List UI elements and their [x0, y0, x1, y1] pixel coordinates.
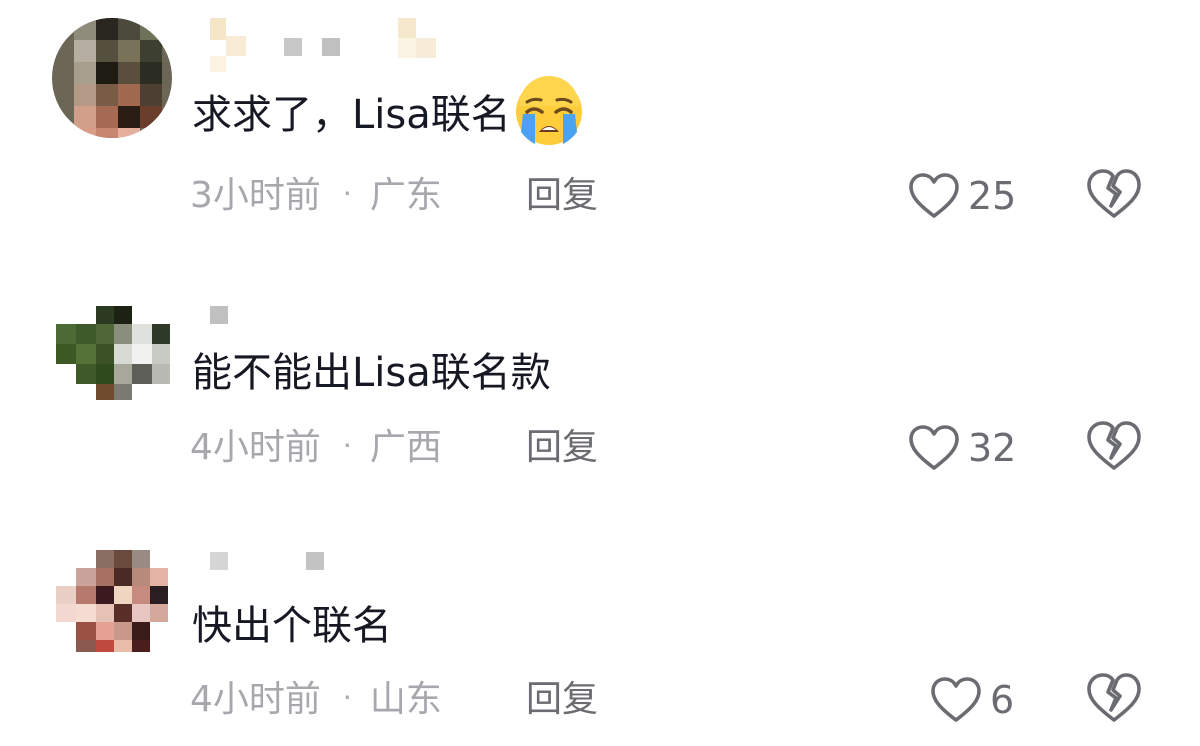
like-button[interactable]: 25	[908, 166, 1016, 226]
meta-separator: ·	[342, 681, 352, 714]
comment-time: 4小时前	[190, 427, 321, 468]
avatar[interactable]	[52, 18, 172, 138]
reply-button[interactable]: 回复	[526, 678, 598, 722]
like-count: 6	[990, 678, 1015, 722]
username-redacted[interactable]	[190, 0, 490, 72]
avatar[interactable]	[56, 284, 176, 404]
comment-location: 广西	[369, 427, 442, 468]
comment-item: 求求了，Lisa联名 3小时前 · 广东 回复 25	[0, 0, 1200, 250]
like-button[interactable]: 32	[908, 418, 1016, 478]
comment-item: 快出个联名 4小时前 · 山东 回复 6	[0, 514, 1200, 746]
comment-meta: 4小时前 · 山东 回复	[190, 678, 598, 724]
username-redacted[interactable]	[190, 514, 490, 570]
comment-text: 能不能出Lisa联名款	[192, 350, 551, 396]
heart-outline-icon	[909, 173, 959, 218]
like-count: 32	[968, 426, 1017, 470]
meta-separator: ·	[342, 429, 352, 462]
like-count: 25	[968, 174, 1017, 218]
reply-button[interactable]: 回复	[526, 426, 598, 470]
comment-text: 求求了，Lisa联名	[192, 76, 585, 148]
comment-time: 3小时前	[190, 175, 321, 216]
loudly-crying-face-icon	[515, 76, 582, 145]
comment-location: 山东	[369, 679, 442, 720]
avatar[interactable]	[56, 532, 176, 652]
broken-heart-icon[interactable]	[1086, 168, 1142, 220]
comment-location: 广东	[369, 175, 442, 216]
comment-text-content: 求求了，Lisa联名	[192, 92, 511, 138]
username-redacted[interactable]	[190, 262, 490, 324]
comment-text: 快出个联名	[192, 603, 392, 649]
like-button[interactable]: 6	[930, 670, 1014, 730]
heart-outline-icon	[931, 677, 981, 722]
broken-heart-icon[interactable]	[1086, 672, 1142, 724]
reply-button[interactable]: 回复	[526, 174, 598, 218]
heart-outline-icon	[909, 425, 959, 470]
broken-heart-icon[interactable]	[1086, 420, 1142, 472]
comment-item: 能不能出Lisa联名款 4小时前 · 广西 回复 32	[0, 262, 1200, 512]
comment-time: 4小时前	[190, 679, 321, 720]
meta-separator: ·	[342, 177, 352, 210]
comment-meta: 4小时前 · 广西 回复	[190, 426, 598, 472]
comment-meta: 3小时前 · 广东 回复	[190, 174, 598, 220]
